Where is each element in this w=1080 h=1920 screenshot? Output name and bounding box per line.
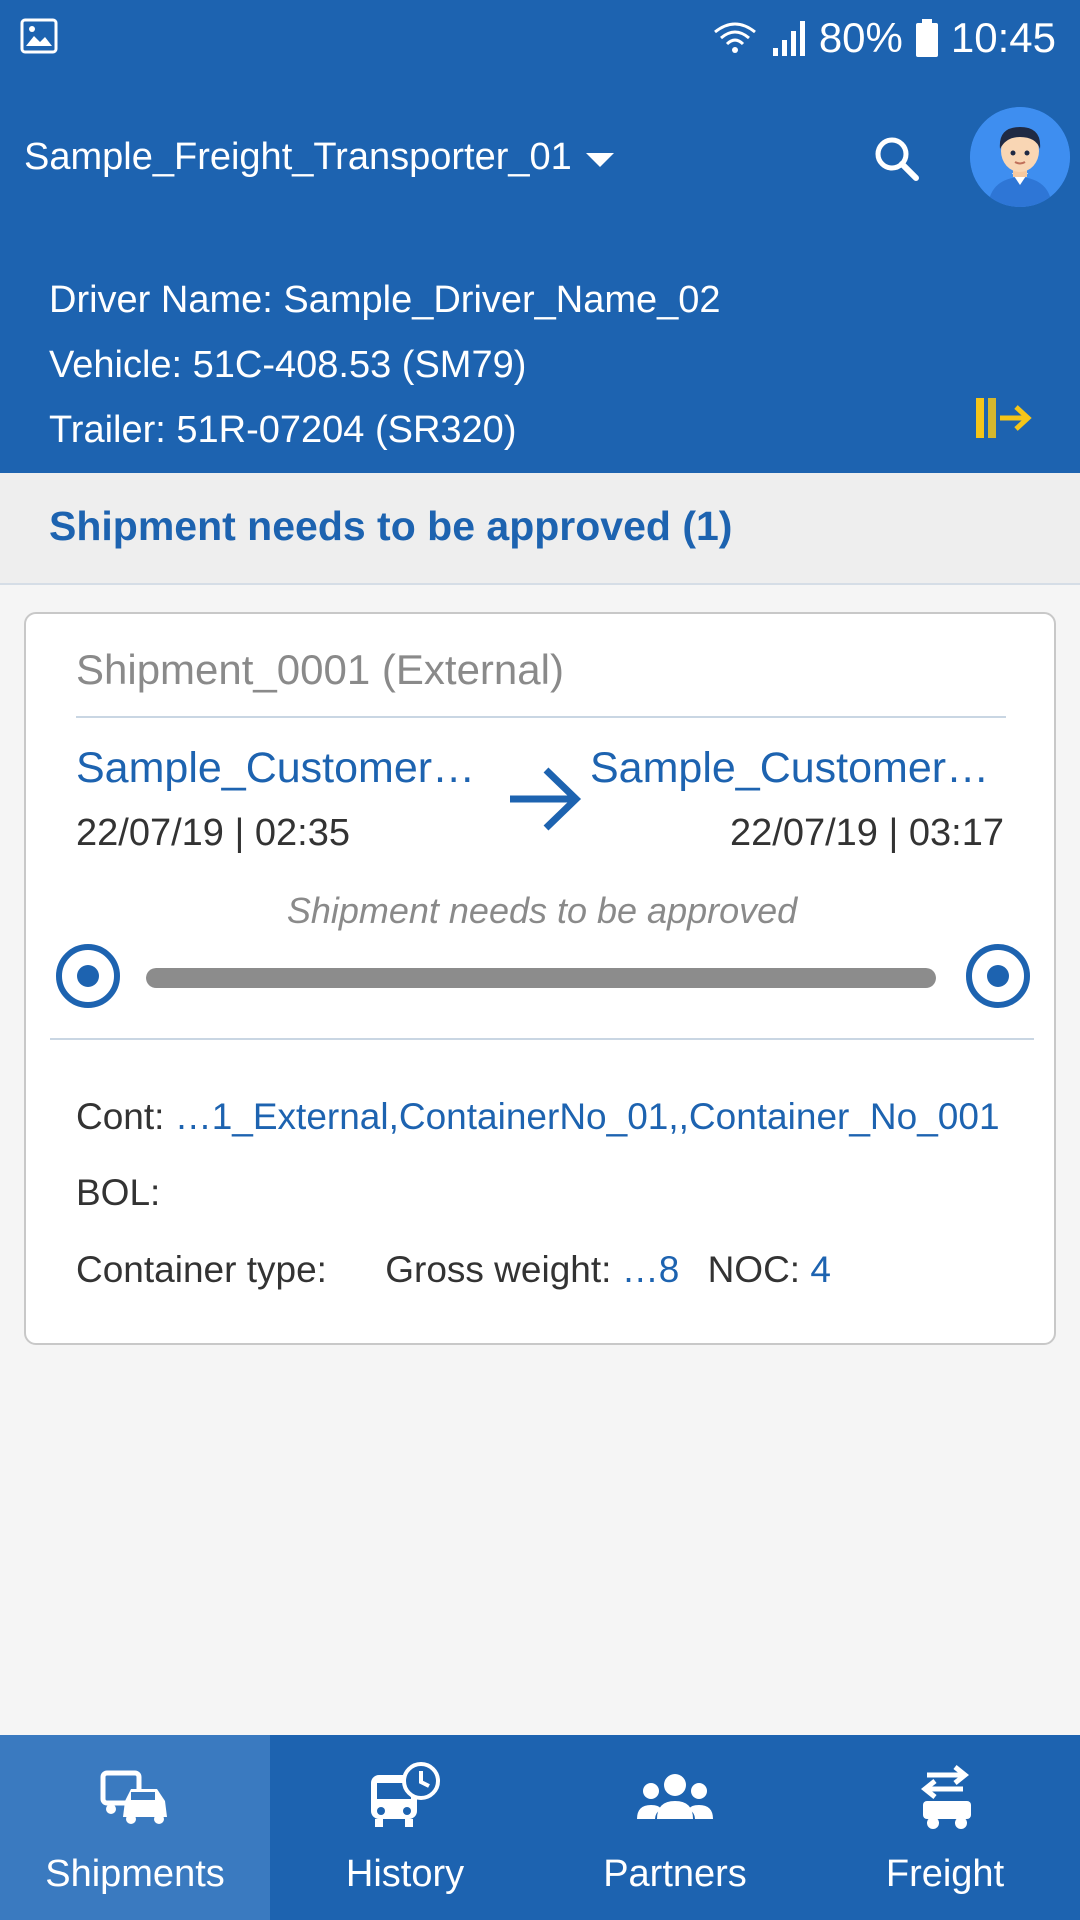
bus-clock-icon (371, 1762, 440, 1827)
divider (76, 716, 1006, 718)
shipment-status: Shipment needs to be approved (286, 890, 798, 931)
signal-icon (772, 21, 805, 56)
origin-marker-icon (56, 944, 120, 1008)
gross-weight-value: …8 (621, 1249, 680, 1290)
progress-bar (146, 968, 936, 988)
vehicle: Vehicle: 51C-408.53 (SM79) (49, 344, 527, 386)
container-type-label: Container type: (76, 1249, 327, 1290)
avatar[interactable] (970, 107, 1070, 207)
bol-label: BOL: (76, 1172, 161, 1213)
divider (50, 1038, 1034, 1040)
destination-time: 22/07/19 | 03:17 (730, 812, 1004, 854)
route-destination: Sample_Customer_… (590, 744, 1006, 792)
tab-shipments-label: Shipments (45, 1853, 225, 1895)
cont-label: Cont: (76, 1096, 165, 1137)
wifi-icon (713, 22, 756, 53)
shipment-title: Shipment_0001 (External) (76, 646, 564, 693)
tab-shipments[interactable]: Shipments (0, 1735, 270, 1920)
battery-percent: 80% (818, 14, 903, 61)
tab-partners[interactable]: Partners (540, 1735, 810, 1920)
company-selector[interactable]: Sample_Freight_Transporter_01 (24, 136, 614, 179)
app-header: 80% 10:45 Sample_Freight_Transporter_01 (0, 0, 1080, 473)
battery-icon (915, 19, 938, 57)
title-row: Sample_Freight_Transporter_01 (0, 100, 1080, 220)
section-header: Shipment needs to be approved (1) (0, 473, 1080, 585)
route-origin: Sample_Customer_… (76, 744, 496, 792)
clock: 10:45 (950, 14, 1056, 61)
dropdown-caret-icon (585, 152, 614, 167)
tab-freight[interactable]: Freight (810, 1735, 1080, 1920)
bottom-nav: Shipments History Partners Freight (0, 1735, 1080, 1920)
noc-label: NOC: (707, 1249, 801, 1290)
driver-name: Driver Name: Sample_Driver_Name_02 (49, 279, 721, 321)
gross-weight-label: Gross weight: (385, 1249, 612, 1290)
origin-time: 22/07/19 | 02:35 (76, 812, 350, 854)
shipment-card[interactable]: Shipment_0001 (External) Sample_Customer… (24, 612, 1056, 1345)
bol-row: BOL: (76, 1172, 160, 1214)
status-right: 80% 10:45 (711, 10, 1056, 66)
cont-value: …1_External,ContainerNo_01,,Container_No… (174, 1096, 1000, 1137)
noc-value: 4 (810, 1249, 831, 1290)
trailer: Trailer: 51R-07204 (SR320) (49, 409, 517, 451)
tab-history-label: History (345, 1853, 465, 1895)
container-type-row: Container type: Gross weight: …8 NOC: 4 (76, 1249, 831, 1291)
progress-fill (146, 968, 936, 988)
arrow-right-icon (510, 767, 582, 831)
logout-icon[interactable] (974, 394, 1032, 442)
avatar-image (970, 107, 1070, 207)
truck-car-icon (100, 1770, 167, 1824)
container-row: Cont: …1_External,ContainerNo_01,,Contai… (76, 1096, 1000, 1138)
company-name: Sample_Freight_Transporter_01 (24, 136, 572, 178)
search-icon[interactable] (868, 130, 928, 190)
people-icon (637, 1774, 713, 1819)
section-title: Shipment needs to be approved (1) (49, 503, 733, 549)
tab-freight-label: Freight (885, 1853, 1005, 1895)
driver-info: Driver Name: Sample_Driver_Name_02 Vehic… (49, 268, 721, 463)
tab-partners-label: Partners (603, 1853, 747, 1895)
status-bar: 80% 10:45 (0, 0, 1080, 75)
freight-icon (920, 1765, 971, 1829)
destination-marker-icon (966, 944, 1030, 1008)
tab-history[interactable]: History (270, 1735, 540, 1920)
gallery-icon (20, 18, 58, 54)
